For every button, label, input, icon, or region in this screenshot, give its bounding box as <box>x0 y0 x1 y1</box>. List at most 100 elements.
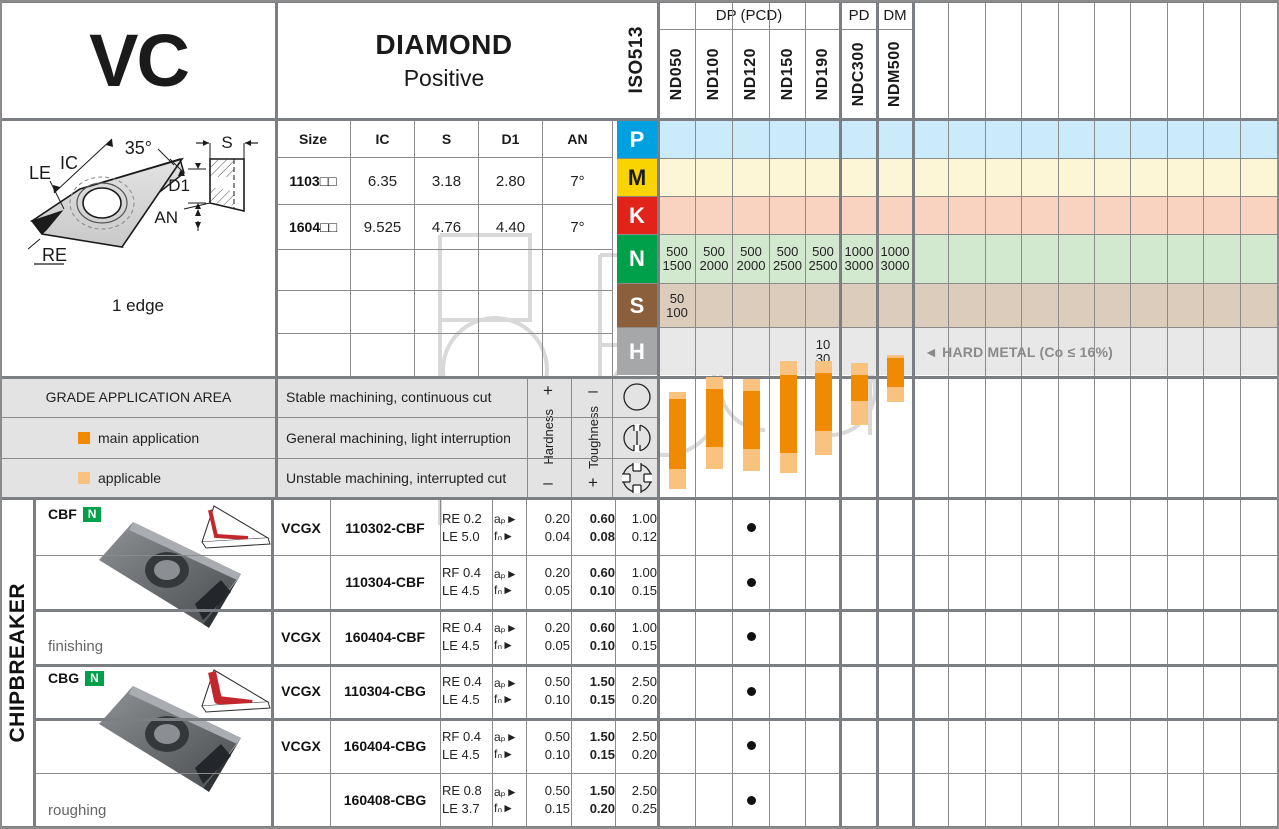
main-application-bar-nd100 <box>706 389 723 447</box>
product-value-max-2: 1.00 0.15 <box>631 619 657 653</box>
product-series-4: VCGX <box>281 737 321 754</box>
product-series-2: VCGX <box>281 628 321 645</box>
product-series-0: VCGX <box>281 519 321 536</box>
dim-cell-ic: 9.525 <box>363 218 402 236</box>
grid-line-vertical <box>732 0 733 827</box>
product-designation-2: 160404-CBF <box>344 628 426 645</box>
chipbreaker-use-cbg: roughing <box>48 802 107 819</box>
dim-cell-ic: 6.35 <box>367 172 398 190</box>
dim-header-d1: D1 <box>501 131 520 147</box>
product-designation-1: 110304-CBF <box>345 574 425 590</box>
iso-value-n-nd120: 500 2000 <box>736 244 766 273</box>
svg-text:35°: 35° <box>125 138 152 158</box>
product-value-max-5: 2.50 0.25 <box>631 783 657 816</box>
grid-line-vertical <box>1240 0 1241 827</box>
iso-band-p <box>659 121 1277 158</box>
grid-line-horizontal <box>0 497 1279 500</box>
grade-header-nd150: ND150 <box>770 30 805 118</box>
grid-line-vertical <box>612 118 613 497</box>
iso-value-s-nd050: 50 100 <box>666 290 688 320</box>
grid-line-horizontal <box>33 609 1279 612</box>
shape-type: Positive <box>403 64 485 91</box>
hardness-plus: + <box>543 381 553 400</box>
grid-line-vertical <box>805 0 806 827</box>
main-application-bar-nd150 <box>779 375 797 453</box>
family-code-cell: VC <box>2 2 275 118</box>
product-designation-5: 160408-CBG <box>343 792 427 808</box>
grid-line-vertical <box>615 497 616 827</box>
svg-text:RE: RE <box>42 245 67 265</box>
dim-cell-d1: 2.80 <box>495 172 526 190</box>
chipbreaker-sidebar: CHIPBREAKER <box>2 499 34 827</box>
grid-line-vertical <box>695 0 696 827</box>
product-value-rec-4: 1.50 0.15 <box>589 728 615 762</box>
grade-availability-dot-nd120 <box>747 741 756 750</box>
grade-header-nd100: ND100 <box>696 30 732 118</box>
grade-label-nd190: ND190 <box>814 47 831 101</box>
grade-availability-dot-nd120 <box>747 577 756 587</box>
interrupted-cut-icon <box>617 459 657 497</box>
grid-line-horizontal <box>276 290 612 291</box>
grade-availability-dot-nd120 <box>747 632 756 641</box>
grid-line-vertical <box>657 0 660 827</box>
iso-value-n-nd050: 500 1500 <box>662 244 692 273</box>
grade-header-ndc300: NDC300 <box>841 30 877 118</box>
svg-text:D1: D1 <box>168 176 190 195</box>
grade-label-nd050: ND050 <box>668 47 685 101</box>
grid-line-vertical <box>414 121 415 376</box>
grid-line-vertical <box>526 497 527 827</box>
hard-metal-note: ◄ HARD METAL (Co ≤ 16%) <box>924 343 1113 360</box>
product-series-5 <box>273 773 329 827</box>
product-series-1 <box>273 555 329 609</box>
grid-line-horizontal <box>0 118 1279 121</box>
iso513-header-cell: ISO513 <box>617 2 657 118</box>
iso-letter-m: M <box>617 159 657 196</box>
iso-value-n-nd100: 500 2000 <box>699 244 729 273</box>
main-application-bar-ndm500 <box>886 357 904 387</box>
product-designation-0: 110302-CBF <box>345 519 425 536</box>
table-row: 1604□□ <box>288 219 338 235</box>
product-re-le-4: RF 0.4 LE 4.5 <box>442 728 482 762</box>
grid-line-vertical <box>912 0 915 827</box>
product-value-min-2: 0.20 0.05 <box>544 619 570 653</box>
hardness-minus: – <box>543 472 553 492</box>
iso-value-n-nd150: 500 2500 <box>773 244 802 273</box>
product-re-le-5: RE 0.8 LE 3.7 <box>442 783 482 816</box>
legend-swatch-main <box>78 432 90 444</box>
grid-line-vertical <box>330 497 331 827</box>
grid-line-vertical <box>350 121 351 376</box>
product-value-rec-1: 0.60 0.10 <box>589 565 615 598</box>
grid-line-vertical <box>1130 0 1131 827</box>
iso-letter-p: P <box>617 121 657 158</box>
shape-title-cell: DIAMOND Positive <box>276 2 612 118</box>
toughness-plus: + <box>588 472 598 492</box>
insert-drawing: S D1 AN 35° IC LE RE 1 edge <box>2 121 275 376</box>
group-label-dp: DP (PCD) <box>715 7 783 24</box>
product-value-min-3: 0.50 0.10 <box>544 674 570 707</box>
grid-line-horizontal <box>0 458 612 459</box>
grade-availability-dot-nd120 <box>747 686 756 696</box>
chipbreaker-cbg-panel: CBG N roughing <box>36 664 271 827</box>
dim-header-s: S <box>441 131 452 147</box>
hardness-axis: + Hardness – <box>528 377 568 497</box>
grid-line-vertical <box>1167 0 1168 827</box>
chipbreaker-geometry-cbf <box>201 505 271 549</box>
grid-line-vertical <box>542 121 543 376</box>
grid-line-horizontal <box>0 0 1279 3</box>
legend-applicable: applicable <box>2 459 275 497</box>
product-value-max-1: 1.00 0.15 <box>631 565 657 598</box>
grid-line-horizontal <box>276 157 612 158</box>
legend-main-application: main application <box>2 418 275 458</box>
iso-letter-s: S <box>617 284 657 327</box>
condition-stable: Stable machining, continuous cut <box>286 389 492 405</box>
svg-text:LE: LE <box>29 163 51 183</box>
product-designation-3: 110304-CBG <box>344 683 426 699</box>
condition-unstable: Unstable machining, interrupted cut <box>286 470 507 486</box>
iso-letter-n: N <box>617 235 657 283</box>
product-value-min-4: 0.50 0.10 <box>544 728 570 762</box>
grade-availability-dot-nd120 <box>747 795 756 805</box>
product-re-le-0: RE 0.2 LE 5.0 <box>442 510 482 544</box>
grid-line-horizontal <box>276 249 612 250</box>
iso-letter-h: H <box>617 328 657 375</box>
catalog-page: VC DIAMOND Positive ISO513 DP (PCD) PD D… <box>0 0 1279 829</box>
